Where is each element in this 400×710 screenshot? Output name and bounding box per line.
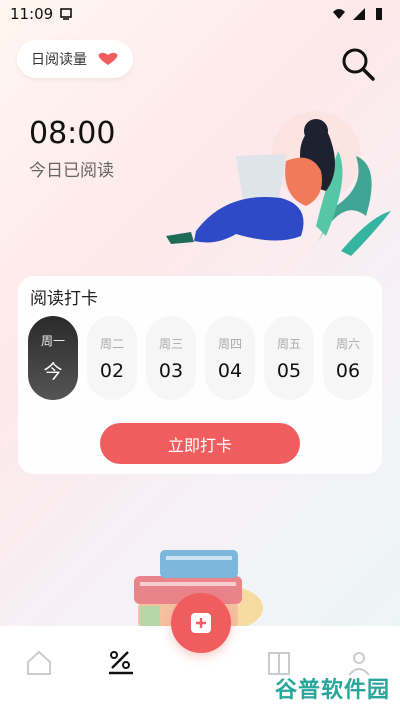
day-chip-fri[interactable]: 周五 05	[264, 316, 314, 400]
day-chip-sat[interactable]: 周六 06	[323, 316, 373, 400]
reading-checkin-card: 阅读打卡 周一 今 周二 02 周三 03 周四 04 周五 05 周六 06 …	[18, 276, 382, 474]
percent-icon[interactable]	[106, 648, 136, 678]
checkin-title: 阅读打卡	[30, 289, 98, 309]
reading-subtitle: 今日已阅读	[29, 161, 114, 181]
book-add-icon	[191, 613, 211, 633]
day-chip-thu[interactable]: 周四 04	[205, 316, 255, 400]
day-weekday: 周四	[217, 336, 242, 351]
battery-icon	[376, 8, 382, 20]
day-weekday: 周六	[335, 336, 360, 351]
day-value: 05	[276, 359, 302, 382]
day-value: 06	[335, 359, 361, 382]
day-weekday: 周一	[40, 334, 65, 348]
heart-icon	[98, 52, 118, 65]
daily-reading-label: 日阅读量	[31, 52, 87, 68]
day-value: 02	[99, 359, 125, 382]
day-value: 今	[43, 361, 63, 383]
add-book-button[interactable]	[171, 593, 231, 653]
day-weekday: 周二	[99, 336, 124, 351]
signal-icon	[353, 8, 365, 20]
app-notification-icon	[60, 8, 73, 20]
day-chip-wed[interactable]: 周三 03	[146, 316, 196, 400]
day-value: 03	[158, 359, 184, 382]
checkin-now-button[interactable]: 立即打卡	[100, 423, 300, 464]
reading-time: 08:00	[29, 116, 116, 151]
weekday-list: 周一 今 周二 02 周三 03 周四 04 周五 05 周六 06	[28, 316, 373, 400]
daily-reading-selector[interactable]: 日阅读量	[17, 40, 133, 78]
day-weekday: 周三	[158, 336, 183, 351]
day-value: 04	[217, 359, 243, 382]
day-chip-mon[interactable]: 周一 今	[28, 316, 78, 400]
status-time: 11:09	[10, 5, 54, 23]
day-chip-tue[interactable]: 周二 02	[87, 316, 137, 400]
search-icon[interactable]	[340, 46, 376, 82]
home-icon[interactable]	[24, 648, 54, 678]
reading-woman-illustration	[166, 111, 391, 256]
status-bar: 11:09	[0, 0, 400, 28]
day-weekday: 周五	[276, 336, 301, 351]
wifi-icon	[333, 9, 345, 19]
watermark-text: 谷普软件园	[275, 678, 391, 703]
